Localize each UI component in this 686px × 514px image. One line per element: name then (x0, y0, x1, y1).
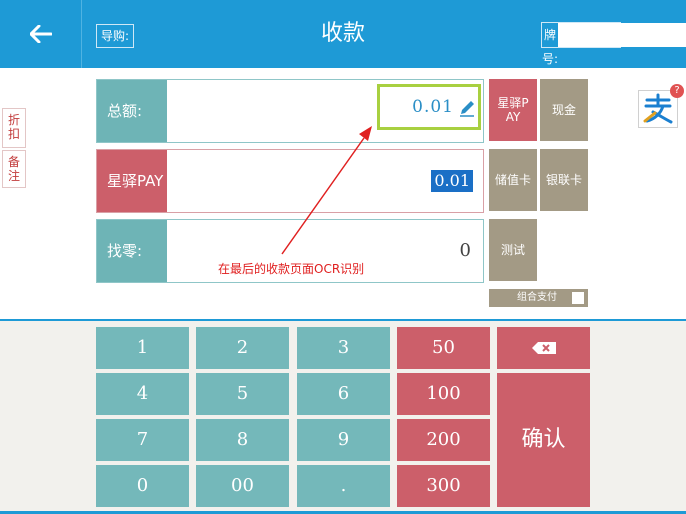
combo-pay-label: 组合支付 (517, 292, 557, 303)
xingyi-pay-button-label: 星驿PAY (497, 96, 529, 124)
key-2[interactable]: 2 (196, 327, 289, 369)
xingyi-pay-button[interactable]: 星驿PAY (489, 79, 537, 141)
settings-button[interactable]: ? 设置 (628, 25, 673, 42)
tag-number-label: 牌号: (542, 28, 559, 66)
alipay-icon (643, 93, 673, 124)
xingyi-pay-label: 星驿PAY (97, 150, 167, 212)
unionpay-button[interactable]: 银联卡 (540, 149, 588, 211)
test-pay-button-label: 测试 (500, 243, 525, 257)
key-3[interactable]: 3 (297, 327, 390, 369)
note-tab-label: 备注 (8, 155, 21, 183)
note-tab[interactable]: 备注 (2, 150, 26, 188)
checkout-screen: 导购: 收款 牌号: ? 设置 折扣 备注 总额: 0.01 星驿PAY 0.0… (0, 0, 686, 514)
key-0[interactable]: 0 (96, 465, 189, 507)
key-4[interactable]: 4 (96, 373, 189, 415)
xingyi-pay-field[interactable]: 星驿PAY 0.01 (96, 149, 484, 213)
total-amount-label: 总额: (97, 80, 167, 142)
combo-pay-checkbox[interactable] (572, 292, 584, 304)
arrow-left-icon (29, 25, 52, 43)
test-pay-button[interactable]: 测试 (489, 219, 537, 281)
back-button[interactable] (0, 0, 82, 68)
unionpay-button-label: 银联卡 (545, 173, 582, 187)
discount-tab-label: 折扣 (8, 113, 21, 141)
annotation-text: 在最后的收款页面OCR识别 (218, 262, 365, 276)
change-label: 找零: (97, 220, 167, 282)
cash-button[interactable]: 现金 (540, 79, 588, 141)
key-200[interactable]: 200 (397, 419, 490, 461)
combo-pay-toggle[interactable]: 组合支付 (489, 289, 588, 307)
confirm-button[interactable]: 确认 (497, 373, 590, 507)
question-circle-icon: ? (628, 25, 645, 42)
discount-tab[interactable]: 折扣 (2, 108, 26, 148)
key-1[interactable]: 1 (96, 327, 189, 369)
tag-number-field[interactable]: 牌号: (541, 22, 686, 66)
settings-label: 设置 (649, 27, 674, 41)
key-300[interactable]: 300 (397, 465, 490, 507)
key-100[interactable]: 100 (397, 373, 490, 415)
key-9[interactable]: 9 (297, 419, 390, 461)
backspace-button[interactable] (497, 327, 590, 369)
key-00[interactable]: 00 (196, 465, 289, 507)
key-50[interactable]: 50 (397, 327, 490, 369)
change-value: 0 (459, 240, 471, 261)
xingyi-pay-value: 0.01 (431, 170, 473, 192)
alipay-help-badge[interactable]: ? (670, 84, 684, 98)
key-8[interactable]: 8 (196, 419, 289, 461)
pencil-icon[interactable] (458, 99, 476, 117)
top-bar: 导购: 收款 牌号: ? 设置 (0, 0, 686, 68)
stored-card-button[interactable]: 储值卡 (489, 149, 537, 211)
stored-card-button-label: 储值卡 (494, 173, 531, 187)
guide-button[interactable]: 导购: (96, 24, 135, 48)
key-dot[interactable]: . (297, 465, 390, 507)
backspace-icon (531, 342, 556, 354)
cash-button-label: 现金 (551, 103, 576, 117)
key-6[interactable]: 6 (297, 373, 390, 415)
key-7[interactable]: 7 (96, 419, 189, 461)
key-5[interactable]: 5 (196, 373, 289, 415)
